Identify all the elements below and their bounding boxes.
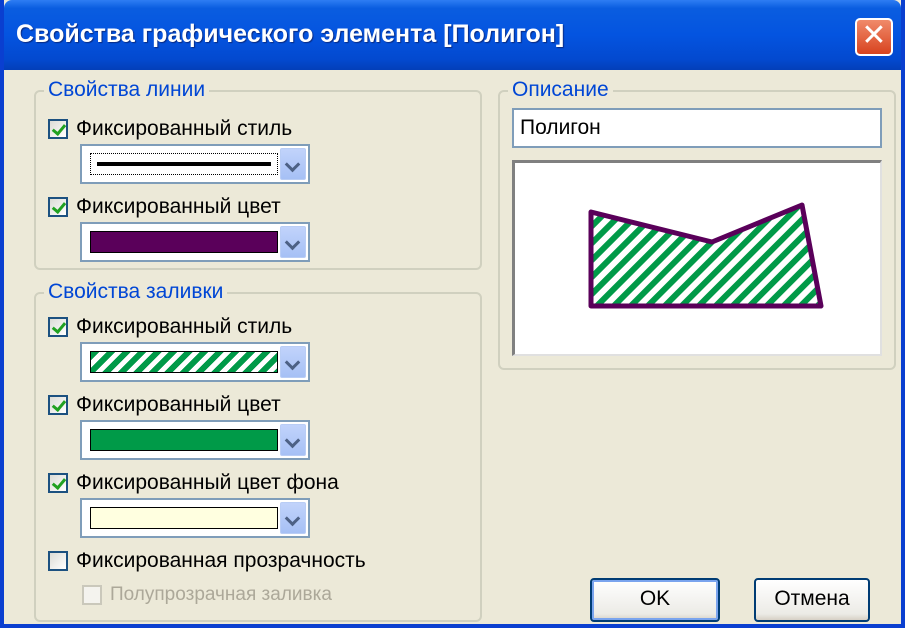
line-fixed-style-checkbox[interactable]: Фиксированный стиль	[48, 116, 292, 142]
checkmark-icon	[48, 473, 68, 493]
polygon-preview	[588, 202, 824, 309]
checkbox-box	[82, 585, 102, 605]
fill-fixed-transparency-label: Фиксированная прозрачность	[76, 549, 366, 572]
description-input[interactable]: Полигон	[512, 108, 882, 148]
semi-transparent-checkbox[interactable]: Полупрозрачная заливка	[82, 582, 332, 608]
fill-fixed-style-checkbox[interactable]: Фиксированный стиль	[48, 314, 292, 340]
fill-bg-color-select[interactable]	[80, 498, 310, 538]
preview-area	[512, 160, 882, 356]
fill-fixed-color-checkbox[interactable]: Фиксированный цвет	[48, 392, 281, 418]
fill-style-swatch	[90, 351, 278, 373]
preview-polygon	[588, 202, 824, 309]
line-fixed-color-checkbox[interactable]: Фиксированный цвет	[48, 194, 281, 220]
chevron-down-icon[interactable]	[280, 346, 306, 378]
checkbox-box	[48, 551, 68, 571]
semi-transparent-label: Полупрозрачная заливка	[110, 584, 332, 605]
line-color-swatch	[90, 231, 278, 253]
chevron-down-icon[interactable]	[280, 226, 306, 258]
fill-fixed-bg-color-label: Фиксированный цвет фона	[76, 471, 339, 494]
line-fixed-style-label: Фиксированный стиль	[76, 117, 293, 140]
fill-color-swatch	[90, 429, 278, 451]
fill-color-select[interactable]	[80, 420, 310, 460]
description-legend: Описание	[508, 78, 613, 102]
line-color-select[interactable]	[80, 222, 310, 262]
ok-button[interactable]: OK	[590, 578, 720, 622]
dialog-client: Свойства линии Фиксированный стиль Фикси…	[4, 70, 901, 624]
chevron-down-icon[interactable]	[280, 502, 306, 534]
line-style-swatch	[90, 153, 278, 175]
checkmark-icon	[48, 317, 68, 337]
line-style-select[interactable]	[80, 144, 310, 184]
checkmark-icon	[48, 119, 68, 139]
window-title: Свойства графического элемента [Полигон]	[16, 20, 565, 48]
dialog-window: Свойства графического элемента [Полигон]…	[0, 0, 905, 628]
line-properties-legend: Свойства линии	[44, 78, 210, 102]
fill-fixed-color-label: Фиксированный цвет	[76, 393, 281, 416]
fill-fixed-style-label: Фиксированный стиль	[76, 315, 293, 338]
line-fixed-color-label: Фиксированный цвет	[76, 195, 281, 218]
fill-style-select[interactable]	[80, 342, 310, 382]
chevron-down-icon[interactable]	[280, 148, 306, 180]
title-bar[interactable]: Свойства графического элемента [Полигон]…	[4, 0, 901, 70]
checkmark-icon	[48, 395, 68, 415]
chevron-down-icon[interactable]	[280, 424, 306, 456]
fill-fixed-bg-color-checkbox[interactable]: Фиксированный цвет фона	[48, 470, 339, 496]
fill-properties-legend: Свойства заливки	[44, 280, 228, 304]
close-icon: ✕	[861, 19, 887, 52]
cancel-button[interactable]: Отмена	[754, 578, 870, 622]
fill-fixed-transparency-checkbox[interactable]: Фиксированная прозрачность	[48, 548, 366, 574]
fill-bg-color-swatch	[90, 507, 278, 529]
close-button[interactable]: ✕	[855, 18, 893, 56]
checkmark-icon	[48, 197, 68, 217]
